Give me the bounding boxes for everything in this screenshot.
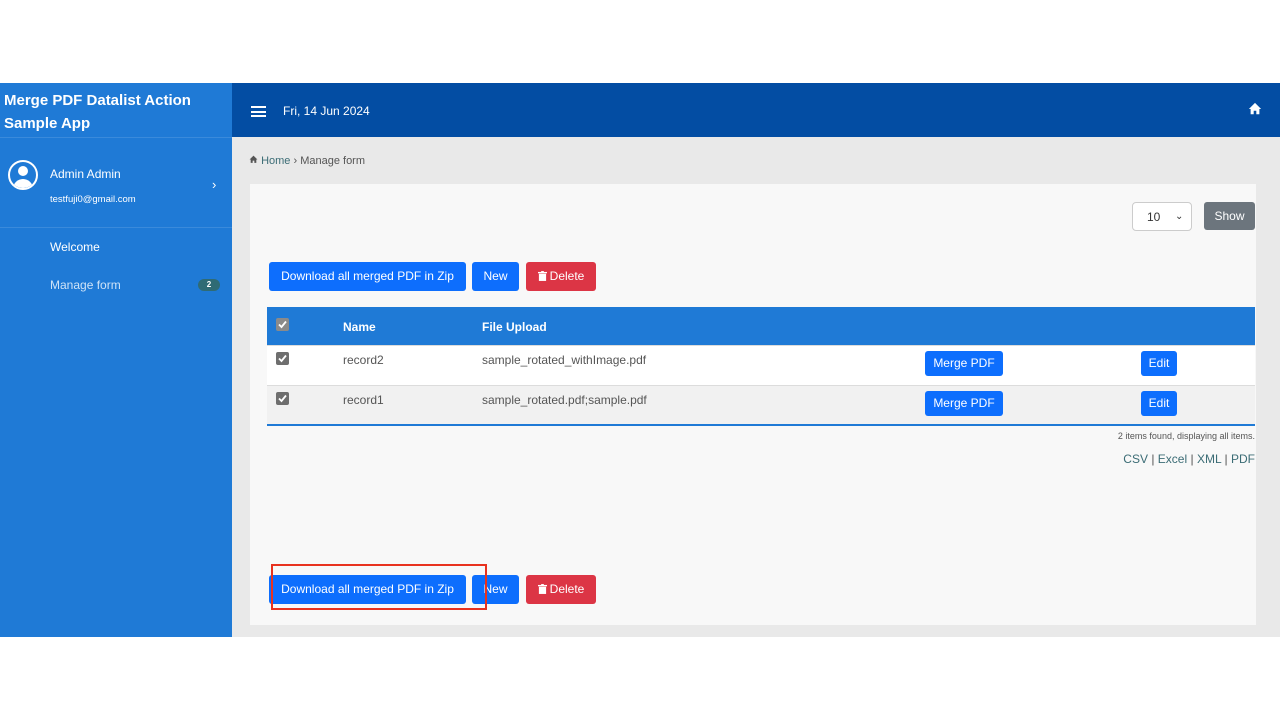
export-csv-link[interactable]: CSV <box>1123 452 1148 466</box>
home-icon[interactable] <box>1248 102 1262 116</box>
cell-file-upload: sample_rotated_withImage.pdf <box>482 353 647 367</box>
delete-button-top[interactable]: Delete <box>526 262 596 291</box>
edit-button[interactable]: Edit <box>1141 391 1177 416</box>
column-header-name[interactable]: Name <box>343 320 376 334</box>
top-header: Fri, 14 Jun 2024 <box>232 83 1280 137</box>
new-button-top[interactable]: New <box>472 262 519 291</box>
user-avatar-icon <box>8 160 38 190</box>
trash-icon <box>537 584 547 594</box>
export-excel-link[interactable]: Excel <box>1158 452 1187 466</box>
row-checkbox[interactable] <box>276 392 289 405</box>
manage-form-count-badge: 2 <box>198 279 220 291</box>
export-xml-link[interactable]: XML <box>1197 452 1221 466</box>
sidebar-item-welcome[interactable]: Welcome <box>50 240 100 254</box>
sidebar-item-manage-form[interactable]: Manage form <box>50 278 121 292</box>
table-row: record2 sample_rotated_withImage.pdf Mer… <box>267 345 1255 385</box>
export-links: CSV | Excel | XML | PDF <box>1123 452 1255 466</box>
delete-button-bottom[interactable]: Delete <box>526 575 596 604</box>
breadcrumb-home-link[interactable]: Home <box>261 155 290 167</box>
edit-button[interactable]: Edit <box>1141 351 1177 376</box>
chevron-right-icon[interactable]: › <box>212 177 216 192</box>
sidebar: Merge PDF Datalist Action Sample App Adm… <box>0 83 232 637</box>
cell-file-upload: sample_rotated.pdf;sample.pdf <box>482 393 647 407</box>
app-title: Merge PDF Datalist Action Sample App <box>0 83 232 138</box>
datalist-table: Name File Upload record2 sample_rotated_… <box>267 307 1255 425</box>
table-bottom-border <box>267 424 1255 426</box>
show-button[interactable]: Show <box>1204 202 1255 230</box>
cell-name: record2 <box>343 353 384 367</box>
column-header-file-upload[interactable]: File Upload <box>482 320 547 334</box>
table-header: Name File Upload <box>267 307 1255 345</box>
user-panel[interactable]: Admin Admin testfuji0@gmail.com › <box>0 138 232 228</box>
user-email: testfuji0@gmail.com <box>50 194 136 205</box>
items-found-summary: 2 items found, displaying all items. <box>1117 431 1255 441</box>
hamburger-menu-icon[interactable] <box>251 106 266 117</box>
merge-pdf-button[interactable]: Merge PDF <box>925 351 1003 376</box>
table-row: record1 sample_rotated.pdf;sample.pdf Me… <box>267 385 1255 425</box>
breadcrumb-current: Manage form <box>300 155 366 167</box>
delete-label: Delete <box>549 582 585 596</box>
select-all-checkbox[interactable] <box>276 318 289 331</box>
breadcrumb-home-icon <box>249 155 258 163</box>
trash-icon <box>537 271 547 281</box>
page-size-value: 10 <box>1147 210 1161 224</box>
download-zip-button-top[interactable]: Download all merged PDF in Zip <box>269 262 466 291</box>
breadcrumb: Home › Manage form <box>249 155 365 167</box>
app-root: Merge PDF Datalist Action Sample App Adm… <box>0 83 1280 637</box>
cell-name: record1 <box>343 393 384 407</box>
export-pdf-link[interactable]: PDF <box>1231 452 1255 466</box>
user-name: Admin Admin <box>50 167 121 181</box>
breadcrumb-separator: › <box>293 155 298 167</box>
delete-label: Delete <box>549 269 585 283</box>
current-date: Fri, 14 Jun 2024 <box>283 104 370 118</box>
page-size-select[interactable]: 10 ⌄ <box>1132 202 1192 231</box>
main-content: Home › Manage form 10 ⌄ Show Download al… <box>232 137 1280 637</box>
merge-pdf-button[interactable]: Merge PDF <box>925 391 1003 416</box>
highlight-annotation-box <box>271 564 487 610</box>
datalist-panel: 10 ⌄ Show Download all merged PDF in Zip… <box>250 184 1256 625</box>
chevron-down-icon: ⌄ <box>1175 211 1184 222</box>
row-checkbox[interactable] <box>276 352 289 365</box>
